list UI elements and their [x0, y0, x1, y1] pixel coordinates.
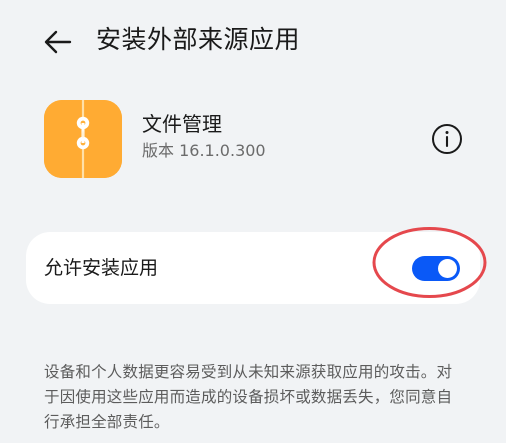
app-version: 版本 16.1.0.300 [142, 141, 266, 160]
install-unknown-apps-page: 安装外部来源应用 文件管理 版本 16.1.0.300 允许安装应用 设备和个人… [0, 0, 506, 443]
app-bar: 安装外部来源应用 [0, 0, 506, 78]
file-manager-app-icon [44, 100, 122, 178]
app-info-section: 文件管理 版本 16.1.0.300 [44, 96, 474, 180]
toggle-knob [438, 259, 457, 278]
allow-install-setting-card: 允许安装应用 [26, 232, 480, 304]
allow-install-label: 允许安装应用 [44, 257, 159, 279]
security-warning-text: 设备和个人数据更容易受到从未知来源获取应用的攻击。对于因使用这些应用而造成的设备… [44, 362, 453, 431]
allow-install-toggle[interactable] [412, 256, 460, 281]
back-arrow-icon[interactable] [40, 24, 76, 60]
info-icon[interactable] [430, 122, 464, 156]
page-title: 安装外部来源应用 [96, 25, 301, 54]
app-name: 文件管理 [142, 112, 222, 136]
